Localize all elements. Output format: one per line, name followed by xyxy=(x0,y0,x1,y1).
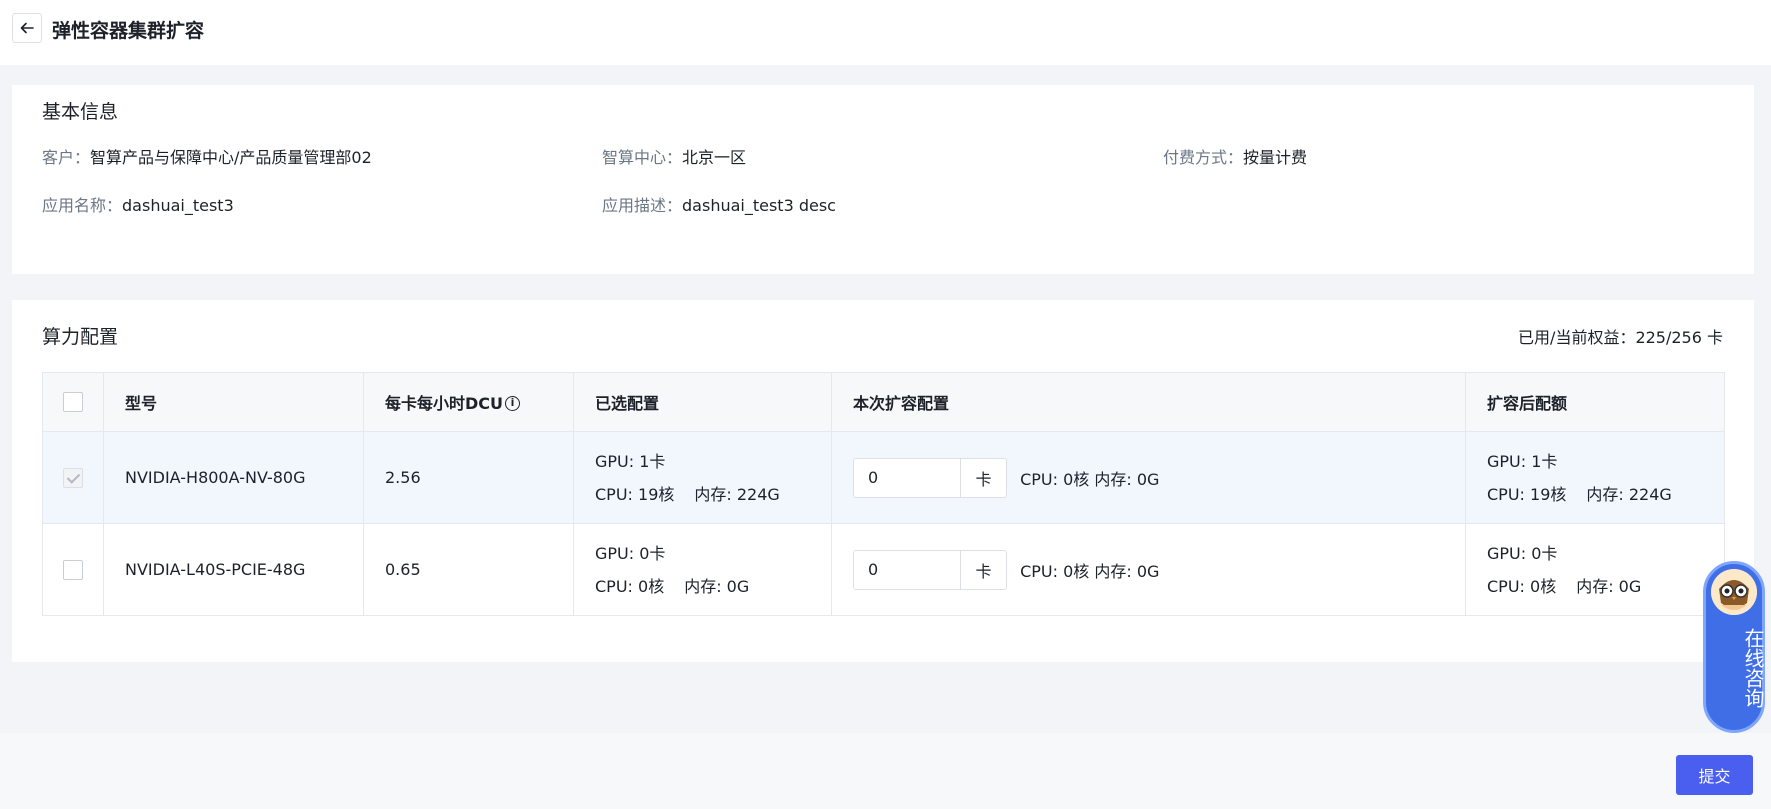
compute-config-title: 算力配置 xyxy=(42,326,119,348)
table-header-row: 型号 每卡每小时DCU i 已选配置 本次扩容配置 扩容后配额 xyxy=(42,372,1725,432)
expand-config-cell: 卡 CPU: 0核 内存: 0G xyxy=(831,523,1466,616)
arrow-left-icon xyxy=(20,22,34,34)
basic-info-title: 基本信息 xyxy=(42,101,119,123)
table-row: NVIDIA-L40S-PCIE-48G 0.65 GPU: 0卡 CPU: 0… xyxy=(42,523,1725,616)
after-mem: 内存: 224G xyxy=(1586,484,1672,504)
after-gpu: GPU: 1卡 xyxy=(1487,451,1558,471)
after-cpu: CPU: 0核 xyxy=(1487,576,1557,596)
app-desc-value: dashuai_test3 desc xyxy=(682,196,836,215)
quota-text: 已用/当前权益：225/256 卡 xyxy=(1518,328,1723,347)
page-title: 弹性容器集群扩容 xyxy=(52,20,205,42)
after-cpu-mem: CPU: 0核 内存: 0G xyxy=(1487,570,1724,603)
basic-info-card: 基本信息 客户：智算产品与保障中心/产品质量管理部02 智算中心：北京一区 付费… xyxy=(12,85,1754,274)
selected-config-cell: GPU: 0卡 CPU: 0核 内存: 0G xyxy=(573,523,832,616)
back-button[interactable] xyxy=(12,13,42,43)
selected-cpu: CPU: 19核 xyxy=(595,484,675,504)
col-header-after: 扩容后配额 xyxy=(1465,372,1725,432)
row-select-cell xyxy=(42,431,104,524)
selected-cpu: CPU: 0核 xyxy=(595,576,665,596)
assistant-avatar-icon xyxy=(1711,569,1757,615)
payment-info: 付费方式：按量计费 xyxy=(1163,144,1307,168)
expand-cpu: CPU: 0核 xyxy=(1020,469,1090,489)
dcu-cell: 0.65 xyxy=(363,523,574,616)
center-label: 智算中心： xyxy=(602,148,683,167)
owl-mascot-icon xyxy=(1711,569,1757,615)
model-cell: NVIDIA-L40S-PCIE-48G xyxy=(103,523,364,616)
after-quota-cell: GPU: 1卡 CPU: 19核 内存: 224G xyxy=(1465,431,1725,524)
col-header-dcu: 每卡每小时DCU i xyxy=(363,372,574,432)
after-quota-cell: GPU: 0卡 CPU: 0核 内存: 0G xyxy=(1465,523,1725,616)
expand-card-input-group: 卡 xyxy=(853,457,1007,498)
selected-cpu-mem: CPU: 19核 内存: 224G xyxy=(595,478,831,511)
online-consult-button[interactable]: 在线咨询 xyxy=(1703,561,1765,733)
expand-unit: 卡 xyxy=(960,550,1006,589)
app-name-label: 应用名称： xyxy=(42,196,123,215)
expand-unit: 卡 xyxy=(960,458,1006,497)
selected-cpu-mem: CPU: 0核 内存: 0G xyxy=(595,570,831,603)
expand-config-cell: 卡 CPU: 0核 内存: 0G xyxy=(831,431,1466,524)
selected-mem: 内存: 0G xyxy=(684,576,750,596)
expand-card-input-group: 卡 xyxy=(853,549,1007,590)
selected-config-cell: GPU: 1卡 CPU: 19核 内存: 224G xyxy=(573,431,832,524)
selected-mem: 内存: 224G xyxy=(694,484,780,504)
after-mem: 内存: 0G xyxy=(1576,576,1642,596)
row-checkbox[interactable] xyxy=(63,559,83,580)
app-desc-info: 应用描述：dashuai_test3 desc xyxy=(602,192,836,216)
customer-label: 客户： xyxy=(42,148,91,167)
col-header-dcu-label: 每卡每小时DCU xyxy=(385,394,504,413)
expand-mem: 内存: 0G xyxy=(1094,561,1160,581)
app-name-value: dashuai_test3 xyxy=(122,196,234,215)
expand-resources: CPU: 0核 内存: 0G xyxy=(1020,558,1159,582)
expand-mem: 内存: 0G xyxy=(1094,469,1160,489)
expand-card-input[interactable] xyxy=(854,550,960,589)
page-header: 弹性容器集群扩容 xyxy=(0,0,1771,65)
select-all-checkbox[interactable] xyxy=(63,392,83,413)
center-info: 智算中心：北京一区 xyxy=(602,144,746,168)
consult-label: 在线咨询 xyxy=(1741,628,1765,708)
dcu-cell: 2.56 xyxy=(363,431,574,524)
app-name-info: 应用名称：dashuai_test3 xyxy=(42,192,234,216)
col-header-selected: 已选配置 xyxy=(573,372,832,432)
select-all-cell xyxy=(42,372,104,432)
submit-button[interactable]: 提交 xyxy=(1676,755,1753,795)
center-value: 北京一区 xyxy=(682,148,747,167)
after-cpu: CPU: 19核 xyxy=(1487,484,1567,504)
expand-card-input[interactable] xyxy=(854,458,960,497)
row-select-cell xyxy=(42,523,104,616)
payment-value: 按量计费 xyxy=(1243,148,1308,167)
after-gpu: GPU: 0卡 xyxy=(1487,543,1558,563)
selected-gpu: GPU: 1卡 xyxy=(595,451,666,471)
selected-gpu: GPU: 0卡 xyxy=(595,543,666,563)
row-checkbox[interactable] xyxy=(63,467,83,488)
expand-resources: CPU: 0核 内存: 0G xyxy=(1020,466,1159,490)
expand-cpu: CPU: 0核 xyxy=(1020,561,1090,581)
after-cpu-mem: CPU: 19核 内存: 224G xyxy=(1487,478,1724,511)
table-row: NVIDIA-H800A-NV-80G 2.56 GPU: 1卡 CPU: 19… xyxy=(42,431,1725,524)
customer-info: 客户：智算产品与保障中心/产品质量管理部02 xyxy=(42,144,372,168)
footer-bar: 提交 xyxy=(0,733,1771,809)
compute-table: 型号 每卡每小时DCU i 已选配置 本次扩容配置 扩容后配额 NVIDIA-H8… xyxy=(42,372,1725,616)
app-desc-label: 应用描述： xyxy=(602,196,683,215)
model-cell: NVIDIA-H800A-NV-80G xyxy=(103,431,364,524)
info-icon[interactable]: i xyxy=(505,396,521,411)
col-header-model: 型号 xyxy=(103,372,364,432)
col-header-expand: 本次扩容配置 xyxy=(831,372,1466,432)
payment-label: 付费方式： xyxy=(1163,148,1244,167)
customer-value: 智算产品与保障中心/产品质量管理部02 xyxy=(90,148,372,167)
compute-config-card: 算力配置 已用/当前权益：225/256 卡 型号 每卡每小时DCU i 已选配置… xyxy=(12,300,1754,662)
